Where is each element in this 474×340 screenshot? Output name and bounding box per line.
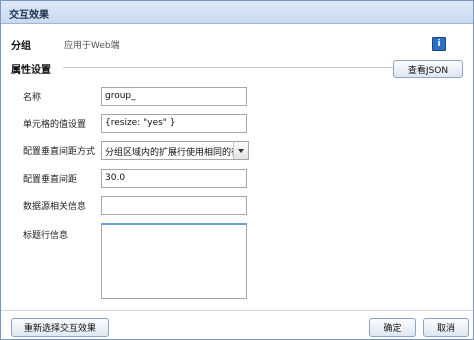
name-label: 名称 [23, 93, 42, 103]
ok-button[interactable]: 确定 [369, 318, 416, 337]
dialog-title: 交互效果 [9, 10, 49, 21]
reselect-effect-button[interactable]: 重新选择交互效果 [11, 318, 109, 337]
cancel-button[interactable]: 取消 [423, 318, 469, 337]
datasource-input[interactable] [101, 196, 247, 215]
spacing-label: 配置垂直间距 [23, 175, 78, 185]
datasource-label: 数据源相关信息 [23, 202, 87, 212]
interaction-dialog: 交互效果 分组 应用于Web端 i 属性设置 查看JSON 名称 group_ … [0, 0, 474, 340]
section-title: 属性设置 [11, 61, 55, 76]
spacing-input[interactable]: 30.0 [101, 169, 247, 188]
group-description: 应用于Web端 [64, 41, 120, 51]
chevron-down-icon [238, 149, 244, 153]
header-info-label: 标题行信息 [23, 231, 69, 241]
spacing-mode-value: 分组区域内的扩展行使用相同的行 [105, 148, 233, 158]
cell-value-label: 单元格的值设置 [23, 120, 87, 130]
cell-value-input[interactable]: {resize: "yes" } [101, 114, 247, 133]
view-json-button[interactable]: 查看JSON [393, 60, 463, 78]
dropdown-button[interactable] [233, 142, 248, 159]
spacing-mode-select[interactable]: 分组区域内的扩展行使用相同的行 [101, 141, 249, 160]
name-input[interactable]: group_ [101, 87, 247, 106]
footer-divider [1, 310, 473, 311]
section-divider [63, 67, 393, 68]
title-bar[interactable]: 交互效果 [1, 1, 473, 24]
header-info-textarea[interactable] [101, 223, 247, 299]
info-icon[interactable]: i [432, 37, 446, 51]
group-label: 分组 [11, 41, 31, 52]
spacing-mode-label: 配置垂直间距方式 [23, 147, 96, 157]
